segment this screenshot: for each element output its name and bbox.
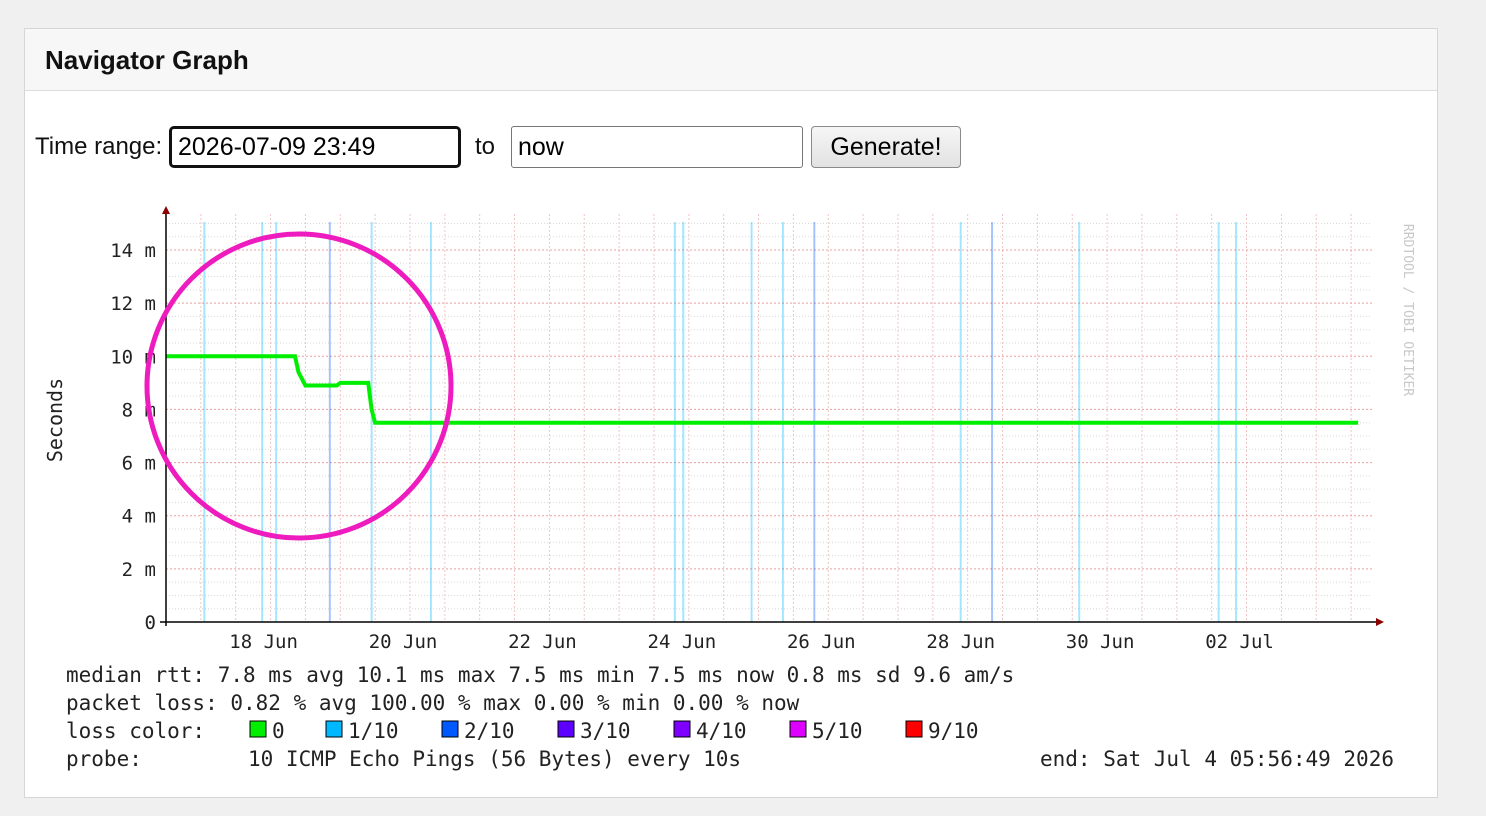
legend-loss-label: 1/10 <box>348 719 399 743</box>
y-tick-label: 14 m <box>110 240 156 262</box>
x-tick-label: 24 Jun <box>648 631 717 653</box>
legend-end-time: end: Sat Jul 4 05:56:49 2026 <box>1040 747 1394 771</box>
x-tick-label: 22 Jun <box>508 631 577 653</box>
latency-chart: 02 m4 m6 m8 m10 m12 m14 m18 Jun 20 Jun 22 … <box>43 206 1415 771</box>
legend-loss-label: 5/10 <box>812 719 863 743</box>
annotation-circle <box>144 231 454 541</box>
y-axis-arrow <box>162 206 170 214</box>
rtt-smoke-line <box>166 355 1359 424</box>
y-tick-label: 0 <box>145 612 156 634</box>
legend-loss-label: 0 <box>272 719 285 743</box>
legend-loss-label: 4/10 <box>696 719 747 743</box>
y-tick-label: 4 m <box>122 506 156 528</box>
legend-loss-swatch <box>557 720 575 738</box>
legend-packet-loss: packet loss: 0.82 % avg 100.00 % max 0.0… <box>66 691 800 715</box>
x-tick-label: 20 Jun <box>369 631 438 653</box>
x-tick-label: 18 Jun <box>229 631 298 653</box>
legend-loss-swatch <box>249 720 267 738</box>
legend-probe-value: 10 ICMP Echo Pings (56 Bytes) every 10s <box>248 747 741 771</box>
median-rtt-line <box>166 354 1359 425</box>
legend-loss-color-label: loss color: <box>66 719 205 743</box>
legend-loss-swatch <box>673 720 691 738</box>
y-tick-label: 12 m <box>110 293 156 315</box>
x-tick-label: 02 Jul <box>1205 631 1274 653</box>
x-tick-label: 30 Jun <box>1066 631 1135 653</box>
y-tick-label: 2 m <box>122 559 156 581</box>
x-axis-arrow <box>1376 618 1384 626</box>
legend-loss-swatch <box>905 720 923 738</box>
legend-median-rtt: median rtt: 7.8 ms avg 10.1 ms max 7.5 m… <box>66 663 1014 687</box>
x-tick-label: 26 Jun <box>787 631 856 653</box>
legend-loss-swatch <box>441 720 459 738</box>
legend-loss-swatch <box>325 720 343 738</box>
legend-loss-label: 3/10 <box>580 719 631 743</box>
y-axis-title: Seconds <box>43 378 67 462</box>
legend-loss-label: 2/10 <box>464 719 515 743</box>
x-tick-label: 28 Jun <box>926 631 995 653</box>
watermark: RRDTOOL / TOBI OETIKER <box>1400 224 1415 396</box>
legend-probe-label: probe: <box>66 747 142 771</box>
y-tick-label: 6 m <box>122 453 156 475</box>
legend-loss-swatch <box>789 720 807 738</box>
legend-loss-label: 9/10 <box>928 719 979 743</box>
